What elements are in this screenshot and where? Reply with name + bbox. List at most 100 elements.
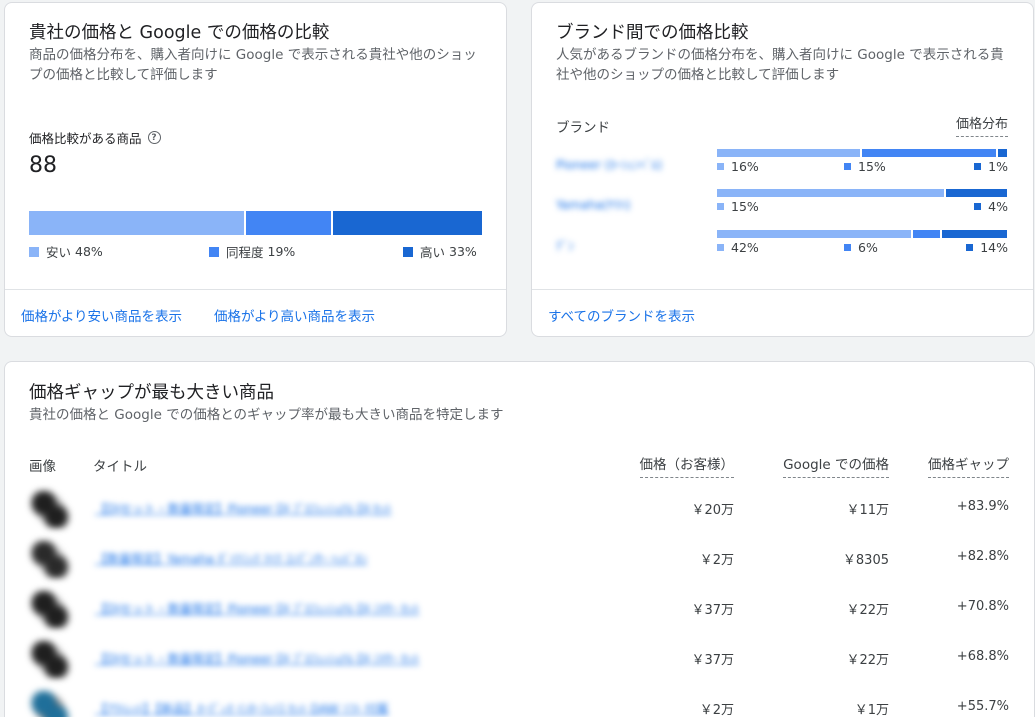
metric-label: 価格比較がある商品	[29, 131, 142, 146]
product-title-link[interactable]: 【DJセット・数量限定】Pioneer DJ ﾌﾟﾛﾌｪｯｼｮﾅﾙ DJ ﾐｷｻ…	[95, 600, 419, 617]
show-all-brands-link[interactable]: すべてのブランドを表示	[548, 305, 695, 325]
brand-legend-item: 16%	[717, 159, 759, 174]
product-image[interactable]	[29, 539, 71, 579]
distribution-segment	[29, 211, 245, 235]
legend-value: 33%	[449, 244, 477, 259]
card-subtitle: 貴社の価格と Google での価格とのギャップ率が最も大きい商品を特定します	[29, 407, 504, 423]
brand-name-link[interactable]: Pioneer (ｶｰｼｪﾝﾍﾞﾙ)	[556, 156, 662, 173]
brand-bar-segment	[717, 149, 860, 157]
legend-value: 4%	[988, 199, 1008, 214]
brand-name-link[interactable]: ﾃﾞﾝ	[556, 237, 574, 254]
legend-label: 安い	[46, 245, 72, 260]
brand-legend-item: 14%	[966, 240, 1008, 255]
legend-value: 48%	[75, 244, 103, 259]
google-price-column-header[interactable]: Google での価格	[783, 453, 889, 478]
price-cell: ￥2万	[699, 553, 734, 568]
product-image[interactable]	[29, 489, 71, 529]
price-cell: ￥20万	[691, 503, 734, 518]
brand-comparison-card: ブランド間での価格比較 人気があるブランドの価格分布を、購入者向けに Googl…	[531, 2, 1034, 337]
product-image[interactable]	[29, 689, 71, 717]
legend-swatch	[717, 244, 724, 251]
google-price-cell: ￥22万	[846, 653, 889, 668]
brand-legend-item: 4%	[974, 199, 1008, 214]
help-icon[interactable]: ?	[147, 131, 161, 144]
card-subtitle: 商品の価格分布を、購入者向けに Google で表示される貴社や他のショップの価…	[29, 47, 477, 83]
legend-swatch	[844, 163, 851, 170]
product-title-link[interactable]: 【DJセット・数量限定】Pioneer DJ ﾌﾟﾛﾌｪｯｼｮﾅﾙ DJ ｾｯﾄ	[95, 500, 392, 517]
legend-value: 15%	[858, 159, 886, 174]
brand-legend-item: 15%	[717, 199, 759, 214]
brand-legend-item: 6%	[844, 240, 878, 255]
product-title-link[interactable]: 【DJセット・数量限定】Pioneer DJ ﾌﾟﾛﾌｪｯｼｮﾅﾙ DJ ﾐｷｻ…	[95, 650, 419, 667]
price-gap-card: 価格ギャップが最も大きい商品 貴社の価格と Google での価格とのギャップ率…	[4, 361, 1035, 717]
brand-legend-item: 42%	[717, 240, 759, 255]
divider	[532, 289, 1033, 290]
google-price-cell: ￥8305	[842, 553, 889, 568]
price-cell: ￥37万	[691, 653, 734, 668]
price-gap-cell: +68.8%	[956, 649, 1009, 664]
product-image[interactable]	[29, 589, 71, 629]
legend-label: 高い	[420, 245, 446, 260]
legend-swatch	[29, 246, 39, 257]
legend-value: 19%	[267, 244, 296, 259]
price-cell: ￥2万	[699, 703, 734, 717]
distribution-column-header[interactable]: 価格分布	[955, 113, 1008, 137]
brand-bar-segment	[717, 189, 944, 197]
card-title: 価格ギャップが最も大きい商品	[29, 383, 274, 403]
legend-value: 6%	[858, 240, 878, 255]
brand-legend-item: 15%	[844, 159, 886, 174]
google-price-cell: ￥22万	[846, 603, 889, 618]
legend-value: 14%	[980, 240, 1008, 255]
price-gap-cell: +55.7%	[956, 699, 1009, 714]
price-gap-cell: +82.8%	[956, 549, 1009, 564]
brand-bar-segment	[945, 189, 1007, 197]
divider	[5, 289, 506, 290]
legend-item: 高い 33%	[403, 242, 477, 261]
metric-value: 88	[29, 153, 57, 178]
legend-swatch	[966, 244, 974, 251]
brand-bar-segment	[997, 149, 1007, 157]
legend-swatch	[403, 246, 413, 257]
brand-name-link[interactable]: Yamaha(ﾔﾏﾊ)	[556, 196, 630, 213]
legend-item: 同程度 19%	[209, 242, 295, 261]
price-gap-column-header[interactable]: 価格ギャップ	[928, 453, 1009, 478]
brand-bar-segment	[941, 230, 1007, 238]
legend-swatch	[717, 203, 724, 210]
legend-swatch	[209, 246, 219, 257]
price-gap-cell: +83.9%	[956, 499, 1009, 514]
legend-value: 42%	[731, 240, 759, 255]
product-title-link[interactable]: 【ｱｳﾄﾚｯﾄ】【新品】ｵｰﾃﾞｨｵ ｲﾝﾀｰﾌｪｲｽ ｾｯﾄ DAW ｿﾌﾄ …	[95, 700, 389, 717]
google-price-cell: ￥11万	[846, 503, 889, 518]
distribution-segment	[332, 211, 482, 235]
distribution-segment	[246, 211, 331, 235]
brand-bar-segment	[913, 230, 940, 238]
brand-legend-item: 1%	[974, 159, 1008, 174]
show-cheaper-products-link[interactable]: 価格がより安い商品を表示	[21, 305, 182, 325]
price-gap-cell: +70.8%	[956, 599, 1009, 614]
price-cell: ￥37万	[691, 603, 734, 618]
brand-column-header: ブランド	[556, 120, 610, 136]
price-column-header[interactable]: 価格（お客様）	[639, 453, 734, 478]
legend-value: 16%	[731, 159, 759, 174]
legend-swatch	[974, 163, 982, 170]
brand-bar-segment	[862, 149, 996, 157]
card-title: 貴社の価格と Google での価格の比較	[29, 23, 330, 43]
legend-swatch	[844, 244, 851, 251]
product-title-link[interactable]: 【数量限定】Yamaha ﾀﾞｲﾅﾐｯｸ ﾏｲｸ ｺﾝﾃﾞﾝｻｰ ﾍｯﾄﾞﾎﾝ	[95, 550, 367, 567]
product-image[interactable]	[29, 639, 71, 679]
legend-value: 1%	[988, 159, 1008, 174]
google-price-cell: ￥1万	[854, 703, 889, 717]
show-higher-products-link[interactable]: 価格がより高い商品を表示	[214, 305, 375, 325]
legend-label: 同程度	[226, 245, 264, 260]
legend-swatch	[717, 163, 724, 170]
legend-value: 15%	[731, 199, 759, 214]
card-subtitle: 人気があるブランドの価格分布を、購入者向けに Google で表示される貴社や他…	[556, 47, 1004, 83]
title-column-header[interactable]: タイトル	[93, 455, 147, 475]
legend-item: 安い 48%	[29, 242, 103, 261]
metric-header: 価格比較がある商品 ?	[29, 128, 161, 147]
price-comparison-card: 貴社の価格と Google での価格の比較 商品の価格分布を、購入者向けに Go…	[4, 2, 507, 337]
card-title: ブランド間での価格比較	[556, 23, 749, 43]
brand-bar-segment	[717, 230, 912, 238]
image-column-header: 画像	[29, 459, 56, 475]
legend-swatch	[974, 203, 982, 210]
